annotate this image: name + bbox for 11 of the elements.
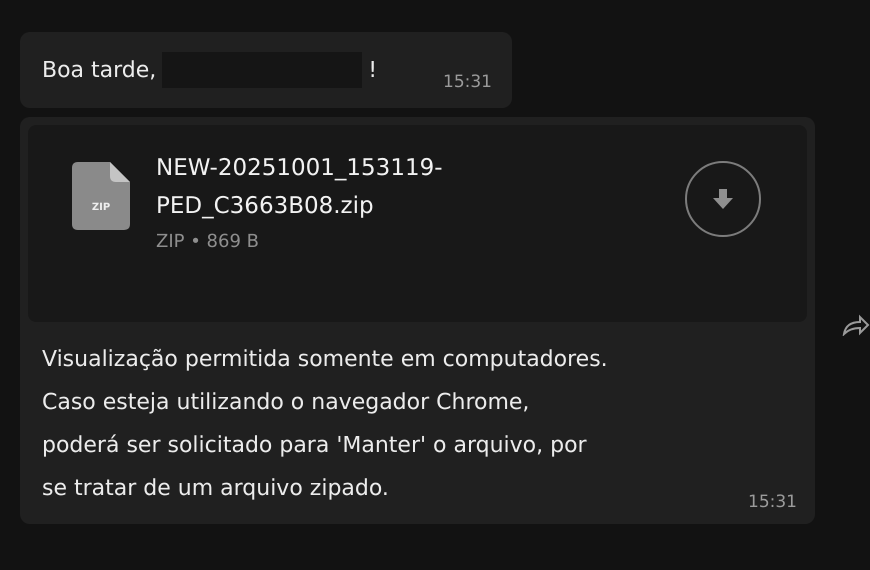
message-time: 15:31 [443,72,492,92]
file-meta: ZIP • 869 B [156,231,260,252]
file-card[interactable]: ZIP NEW-20251001_153119- PED_C3663B08.zip ZIP • 869 B [28,125,807,322]
download-button[interactable] [685,161,761,237]
zip-file-icon: ZIP [72,162,130,230]
message-text: ! [368,58,378,82]
file-name: NEW-20251001_153119- PED_C3663B08.zip [156,154,443,221]
message-text: Boa tarde, [42,58,156,82]
forward-icon[interactable] [842,314,870,336]
message-time: 15:31 [748,492,797,512]
message-text: Visualização permitida somente em computadores. Caso esteja utilizando o navegador Chrome, poderá ser solicitado para 'Manter' o arquivo, por se tratar de um arquivo zipado. [42,346,608,503]
